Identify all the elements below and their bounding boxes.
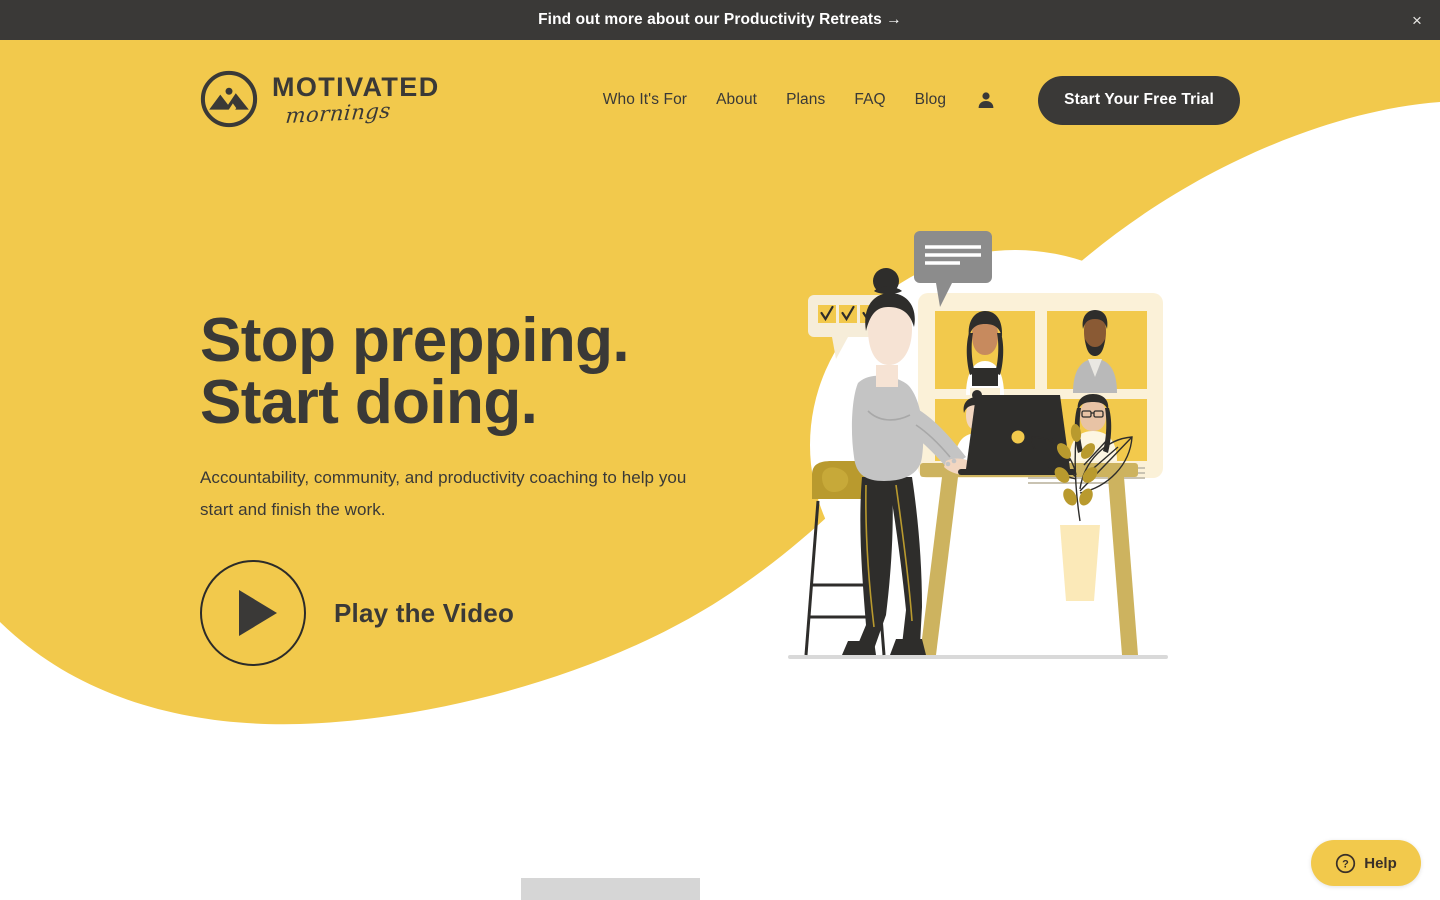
woman-at-laptop-video-call-illustration — [788, 231, 1168, 659]
announcement-banner[interactable]: Find out more about our Productivity Ret… — [0, 0, 1440, 40]
hero-copy: Stop prepping. Start doing. Accountabili… — [200, 310, 820, 527]
hero-subtitle: Accountability, community, and productiv… — [200, 468, 687, 520]
play-button-circle[interactable] — [200, 560, 306, 666]
page-title: Stop prepping. Start doing. — [200, 310, 820, 434]
page-root: Find out more about our Productivity Ret… — [0, 0, 1440, 900]
logo[interactable]: MOTIVATED mornings — [200, 70, 440, 128]
site-header: MOTIVATED mornings Who It's For About Pl… — [0, 40, 1440, 180]
play-triangle-icon — [238, 590, 277, 636]
nav-item-blog[interactable]: Blog — [915, 91, 946, 109]
main-nav: Who It's For About Plans FAQ Blog Start … — [603, 70, 1240, 130]
person-icon[interactable] — [977, 91, 995, 109]
start-free-trial-button[interactable]: Start Your Free Trial — [1038, 75, 1240, 125]
close-icon[interactable]: × — [1394, 0, 1440, 40]
announcement-banner-text: Find out more about our Productivity Ret… — [538, 11, 902, 28]
brand-tagline: mornings — [284, 98, 392, 128]
desk — [920, 463, 1138, 655]
question-circle-icon: ? — [1336, 853, 1356, 873]
nav-item-about[interactable]: About — [716, 91, 757, 109]
nav-item-plans[interactable]: Plans — [786, 91, 825, 109]
video-participant-1 — [966, 311, 1004, 395]
nav-item-faq[interactable]: FAQ — [854, 91, 885, 109]
svg-text:?: ? — [1342, 858, 1349, 870]
mountain-circle-icon — [200, 70, 258, 128]
play-video-label: Play the Video — [334, 597, 515, 628]
help-button[interactable]: ? Help — [1311, 840, 1421, 886]
logo-text: MOTIVATED mornings — [272, 71, 440, 128]
nav-item-who-its-for[interactable]: Who It's For — [603, 91, 687, 109]
hero-title-line-1: Stop prepping. — [200, 306, 630, 375]
brand-name: MOTIVATED — [272, 71, 440, 102]
hero-title-line-2: Start doing. — [200, 368, 538, 437]
help-label: Help — [1364, 854, 1397, 872]
floor-line — [788, 655, 1168, 659]
play-video-button[interactable]: Play the Video — [200, 560, 514, 666]
content-placeholder-block — [521, 878, 700, 900]
laptop — [958, 395, 1076, 475]
